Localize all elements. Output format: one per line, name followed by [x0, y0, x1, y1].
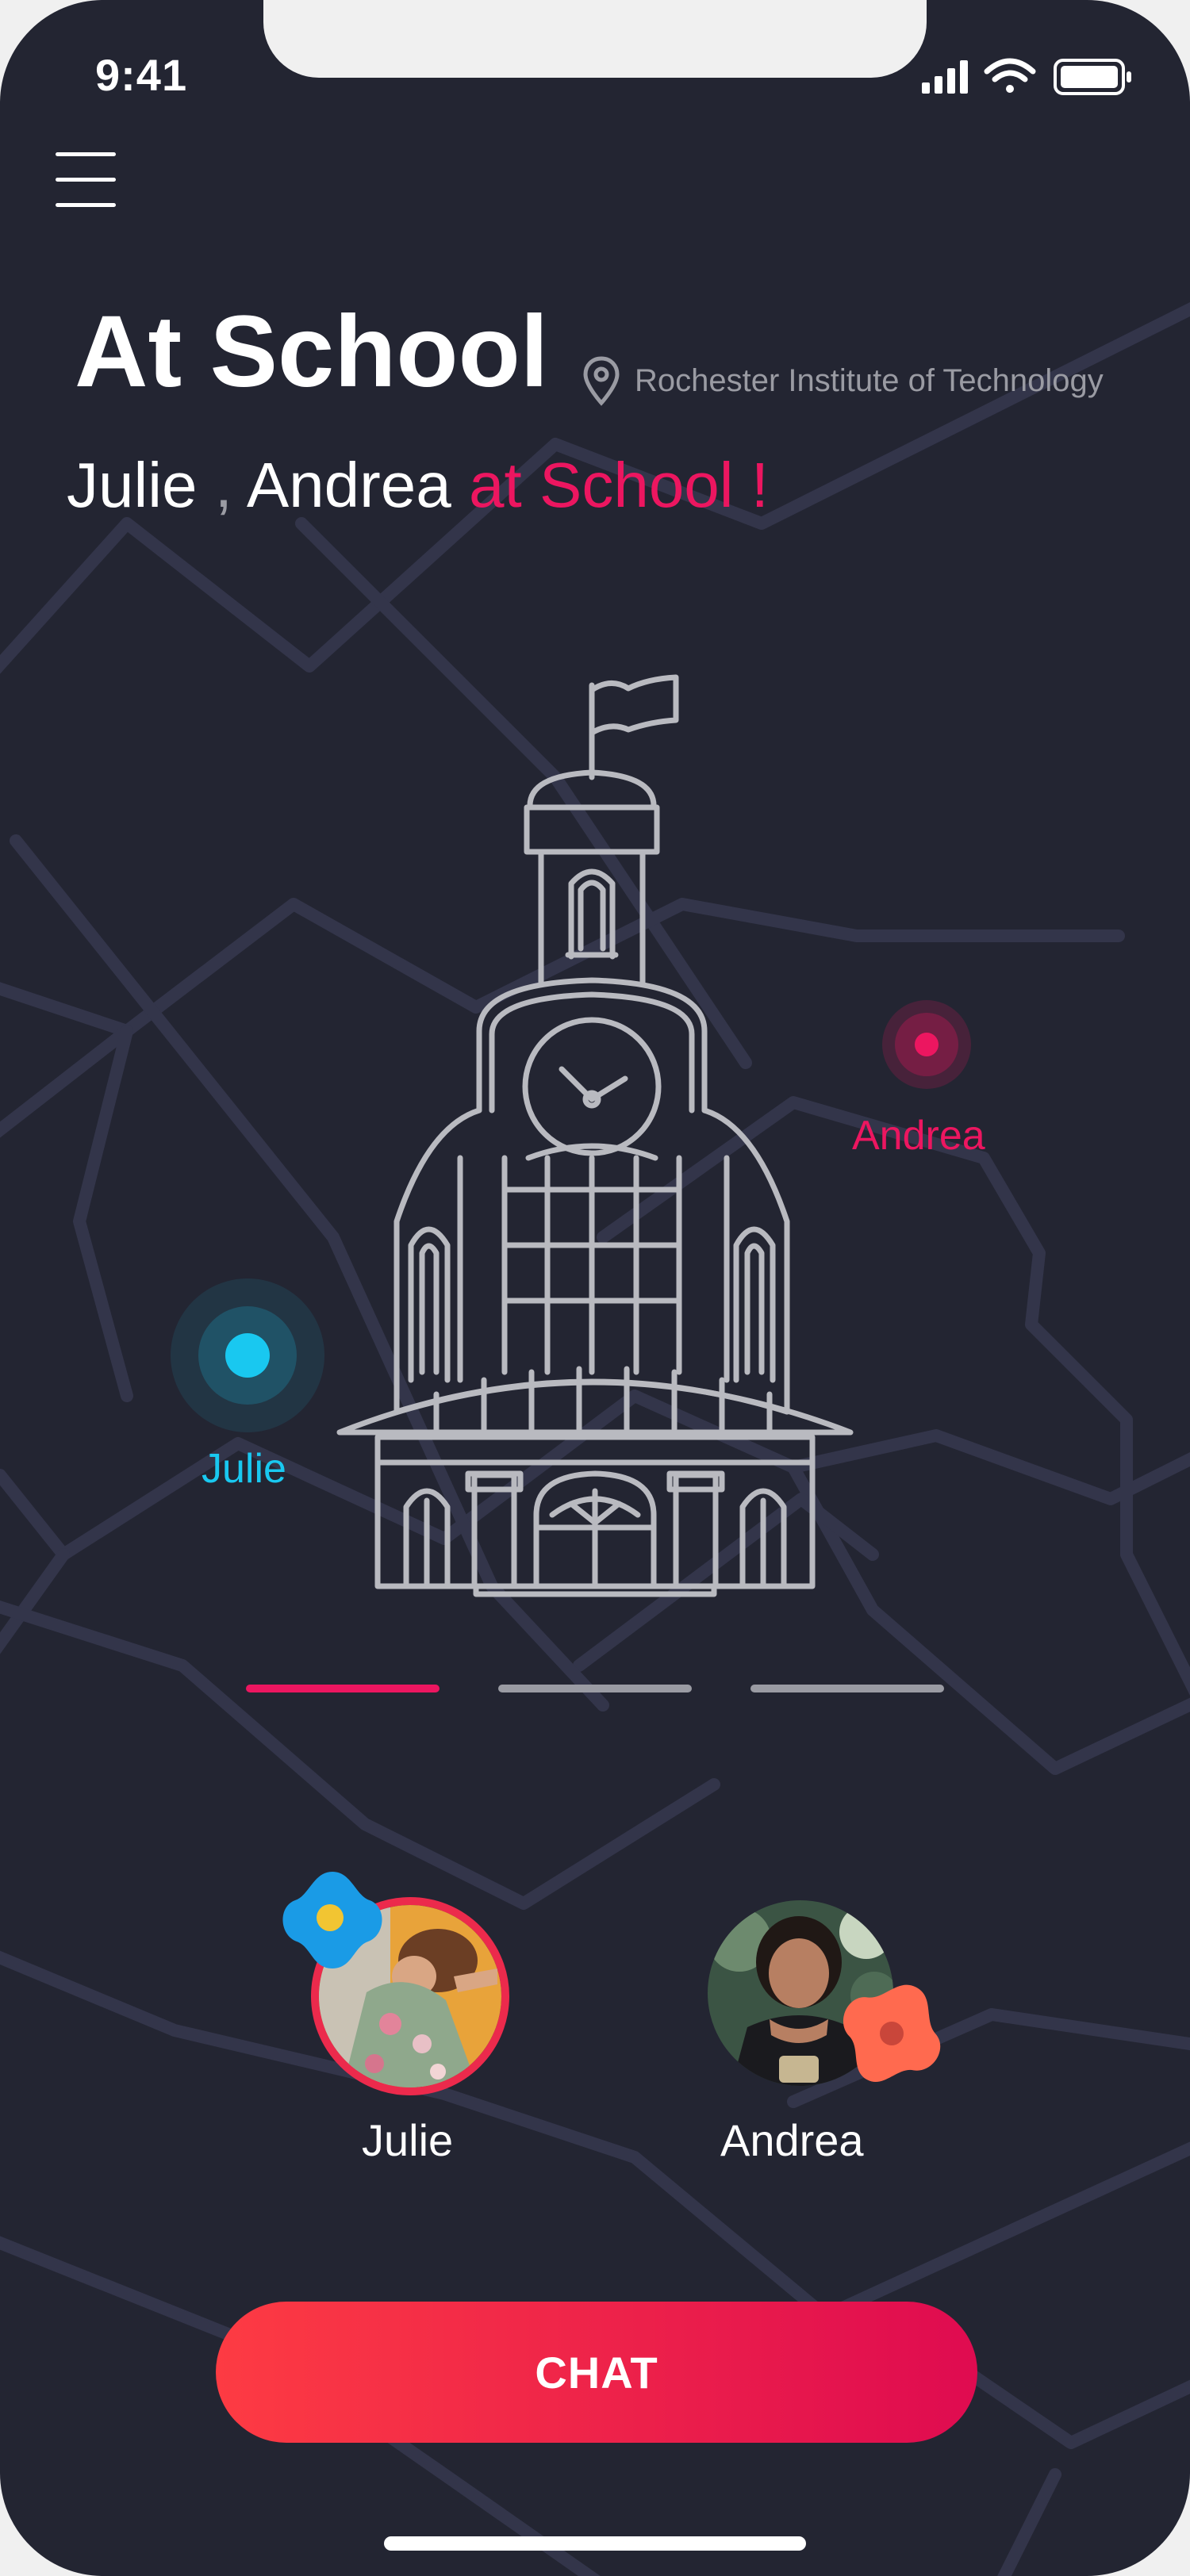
- friend-name-andrea: Andrea: [720, 2115, 864, 2165]
- wifi-icon: [984, 58, 1036, 93]
- battery-icon: [1054, 59, 1131, 95]
- map-pin-icon: [583, 356, 620, 406]
- map-pin-andrea[interactable]: [881, 999, 973, 1091]
- presence-subtitle: Julie , Andrea at School !: [67, 454, 769, 517]
- page-indicator-1-active[interactable]: [246, 1685, 440, 1692]
- subtitle-separator: ,: [214, 450, 232, 520]
- page-title: At School: [75, 295, 549, 408]
- page-indicator-3[interactable]: [750, 1685, 944, 1692]
- location-name: Rochester Institute of Technology: [635, 362, 1104, 398]
- subtitle-suffix: at School !: [469, 450, 770, 520]
- device-notch: [263, 0, 927, 78]
- friend-name-julie: Julie: [362, 2115, 454, 2165]
- chat-button[interactable]: CHAT: [216, 2302, 977, 2443]
- school-building-illustration: [336, 674, 854, 1597]
- status-time: 9:41: [95, 50, 188, 100]
- flower-badge-icon: [282, 1872, 382, 1968]
- phone-screen: 9:41 At School Rochester Institute of Te…: [0, 0, 1190, 2576]
- page-indicator-2[interactable]: [498, 1685, 692, 1692]
- signal-icon: [922, 60, 968, 94]
- subtitle-name-2: Andrea: [246, 450, 451, 520]
- location-label: Rochester Institute of Technology: [582, 355, 1104, 406]
- hamburger-menu-icon[interactable]: [56, 151, 119, 208]
- flower-badge-icon: [843, 1984, 941, 2082]
- map-pin-julie[interactable]: [169, 1277, 326, 1434]
- map-pin-andrea-label: Andrea: [852, 1113, 985, 1159]
- subtitle-name-1: Julie: [67, 450, 198, 520]
- map-pin-julie-label: Julie: [202, 1446, 286, 1492]
- status-icons: [922, 58, 1131, 95]
- home-indicator[interactable]: [384, 2536, 806, 2551]
